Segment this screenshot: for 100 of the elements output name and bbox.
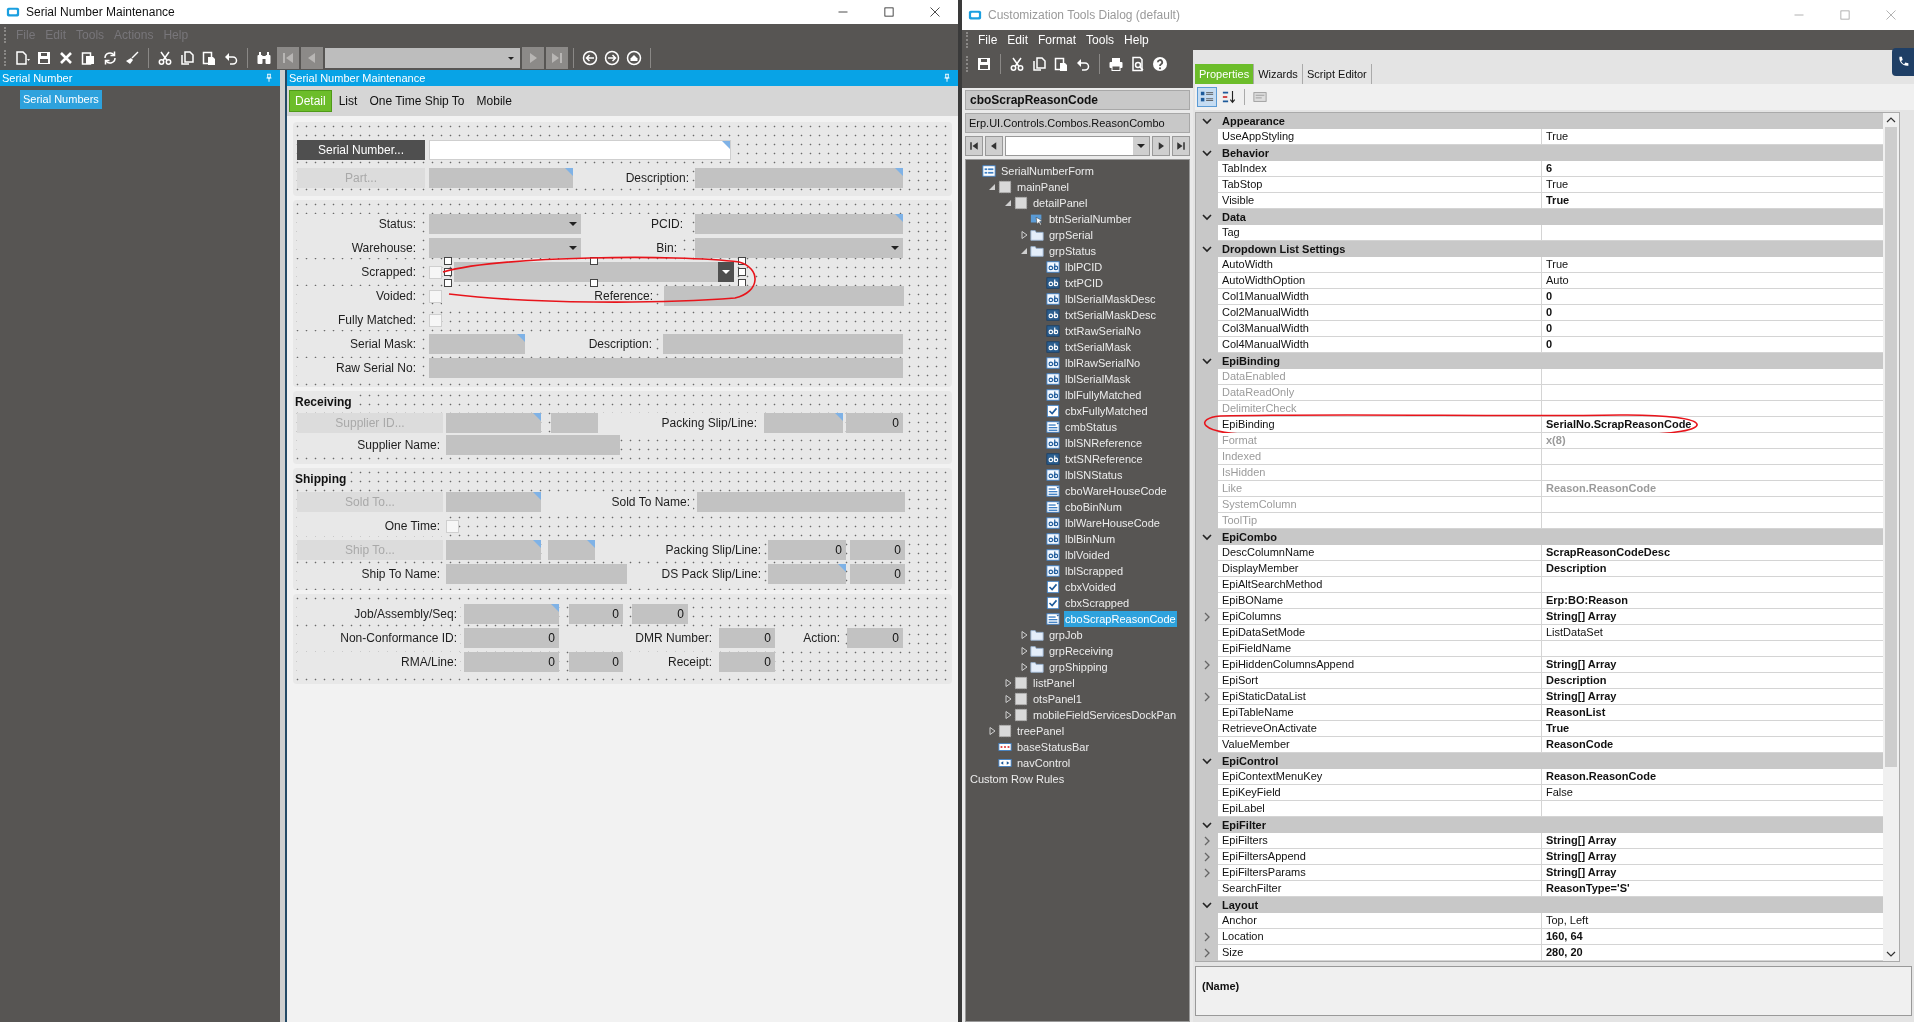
tree-node[interactable]: cbxScrapped (1064, 594, 1131, 612)
expand-chevron-icon[interactable] (1204, 932, 1210, 942)
categorized-button[interactable] (1197, 87, 1217, 107)
property-value[interactable]: Reason.ReasonCode (1542, 769, 1883, 785)
text-field[interactable] (697, 492, 905, 512)
property-name[interactable]: UseAppStyling (1218, 129, 1542, 145)
scroll-down-icon[interactable] (1886, 951, 1896, 957)
property-name[interactable]: Location (1218, 929, 1542, 945)
property-name[interactable]: RetrieveOnActivate (1218, 721, 1542, 737)
expand-chevron-icon[interactable] (1204, 868, 1210, 878)
property-value[interactable]: String[] Array (1542, 865, 1883, 881)
text-field[interactable] (429, 334, 525, 354)
expand-arrow-icon[interactable] (1019, 663, 1028, 671)
text-field[interactable] (551, 413, 598, 433)
property-name[interactable]: Visible (1218, 193, 1542, 209)
collapse-arrow-icon[interactable] (987, 183, 996, 191)
dropdown-field[interactable] (454, 262, 734, 282)
property-name[interactable]: DisplayMember (1218, 561, 1542, 577)
text-field[interactable] (764, 413, 843, 433)
tree-node[interactable]: lblBinNum (1064, 530, 1117, 548)
expand-arrow-icon[interactable] (987, 727, 996, 735)
menu-item[interactable]: Format (1033, 31, 1082, 49)
last-record-button[interactable] (1172, 136, 1190, 156)
property-name[interactable]: AutoWidth (1218, 257, 1542, 273)
expand-arrow-icon[interactable] (1019, 631, 1028, 639)
property-value[interactable]: ReasonCode (1542, 737, 1883, 753)
property-name[interactable]: EpiColumns (1218, 609, 1542, 625)
expand-arrow-icon[interactable] (1003, 695, 1012, 703)
property-name[interactable]: EpiLabel (1218, 801, 1542, 817)
tree-node[interactable]: grpShipping (1048, 658, 1109, 676)
tree-node[interactable]: cbxFullyMatched (1064, 402, 1149, 420)
property-value[interactable]: ReasonType='S' (1542, 881, 1883, 897)
property-name[interactable]: Col4ManualWidth (1218, 337, 1542, 353)
property-name[interactable]: EpiTableName (1218, 705, 1542, 721)
scrollbar[interactable] (1883, 113, 1899, 961)
property-name[interactable]: TabIndex (1218, 161, 1542, 177)
property-name[interactable]: Col2ManualWidth (1218, 305, 1542, 321)
text-field[interactable] (548, 540, 595, 560)
checkbox[interactable] (429, 265, 442, 279)
tree-node[interactable]: cboBinNum (1064, 498, 1123, 516)
menu-item[interactable]: File (973, 31, 1003, 49)
tree-node[interactable]: txtSerialMask (1064, 338, 1133, 356)
property-value[interactable]: True (1542, 257, 1883, 273)
expand-chevron-icon[interactable] (1204, 692, 1210, 702)
property-value[interactable]: Top, Left (1542, 913, 1883, 929)
text-field[interactable]: 0 (464, 652, 559, 672)
property-value[interactable]: 0 (1542, 289, 1883, 305)
property-value[interactable]: 0 (1542, 337, 1883, 353)
custom-row-rules-link[interactable]: Custom Row Rules (966, 771, 1189, 787)
text-field[interactable] (446, 492, 541, 512)
property-name[interactable]: Col1ManualWidth (1218, 289, 1542, 305)
expand-arrow-icon[interactable] (1003, 679, 1012, 687)
property-name[interactable]: EpiFieldName (1218, 641, 1542, 657)
property-value[interactable]: String[] Array (1542, 849, 1883, 865)
expand-chevron-icon[interactable] (1204, 852, 1210, 862)
tree-node[interactable]: navControl (1016, 754, 1072, 772)
resize-handle[interactable] (590, 257, 598, 265)
text-field[interactable]: 0 (719, 628, 775, 648)
text-field[interactable]: 0 (850, 540, 905, 560)
text-field[interactable]: 0 (719, 652, 775, 672)
tree-node[interactable]: lblWareHouseCode (1064, 514, 1161, 532)
property-value[interactable]: 160, 64 (1542, 929, 1883, 945)
property-value[interactable]: 280, 20 (1542, 945, 1883, 961)
expand-chevron-icon[interactable] (1204, 948, 1210, 958)
property-value[interactable]: Description (1542, 561, 1883, 577)
property-name[interactable]: EpiAltSearchMethod (1218, 577, 1542, 593)
property-value[interactable]: Description (1542, 673, 1883, 689)
dropdown-field[interactable] (695, 238, 903, 258)
tree-node[interactable]: cboWareHouseCode (1064, 482, 1168, 500)
text-field[interactable] (446, 413, 541, 433)
property-name[interactable]: EpiHiddenColumnsAppend (1218, 657, 1542, 673)
tree-node[interactable]: btnSerialNumber (1048, 210, 1133, 228)
property-value[interactable]: ListDataSet (1542, 625, 1883, 641)
text-field[interactable]: 0 (632, 604, 688, 624)
text-field[interactable] (446, 540, 541, 560)
property-name[interactable]: EpiSort (1218, 673, 1542, 689)
previous-record-button[interactable] (985, 136, 1003, 156)
property-name[interactable]: EpiKeyField (1218, 785, 1542, 801)
property-name[interactable]: DescColumnName (1218, 545, 1542, 561)
dropdown-field[interactable] (429, 238, 581, 258)
property-value[interactable]: String[] Array (1542, 609, 1883, 625)
collapse-arrow-icon[interactable] (1019, 247, 1028, 255)
next-record-button[interactable] (1152, 136, 1170, 156)
checkbox[interactable] (446, 519, 459, 533)
tree-node[interactable]: txtSNReference (1064, 450, 1144, 468)
property-name[interactable]: EpiBinding (1218, 417, 1542, 433)
tree-node[interactable]: lblVoided (1064, 546, 1111, 564)
menu-item[interactable]: Edit (1002, 31, 1034, 49)
property-name[interactable]: EpiStaticDataList (1218, 689, 1542, 705)
property-value[interactable]: 0 (1542, 305, 1883, 321)
text-field[interactable] (664, 286, 904, 306)
text-field[interactable]: 0 (847, 628, 903, 648)
property-name[interactable]: Size (1218, 945, 1542, 961)
text-field[interactable]: 0 (768, 540, 846, 560)
tree-node[interactable]: grpReceiving (1048, 642, 1115, 660)
property-name[interactable]: EpiDataSetMode (1218, 625, 1542, 641)
property-name[interactable]: EpiFiltersParams (1218, 865, 1542, 881)
expand-arrow-icon[interactable] (1003, 711, 1012, 719)
pin-icon[interactable] (264, 73, 274, 83)
tab[interactable]: Mobile (471, 90, 517, 112)
